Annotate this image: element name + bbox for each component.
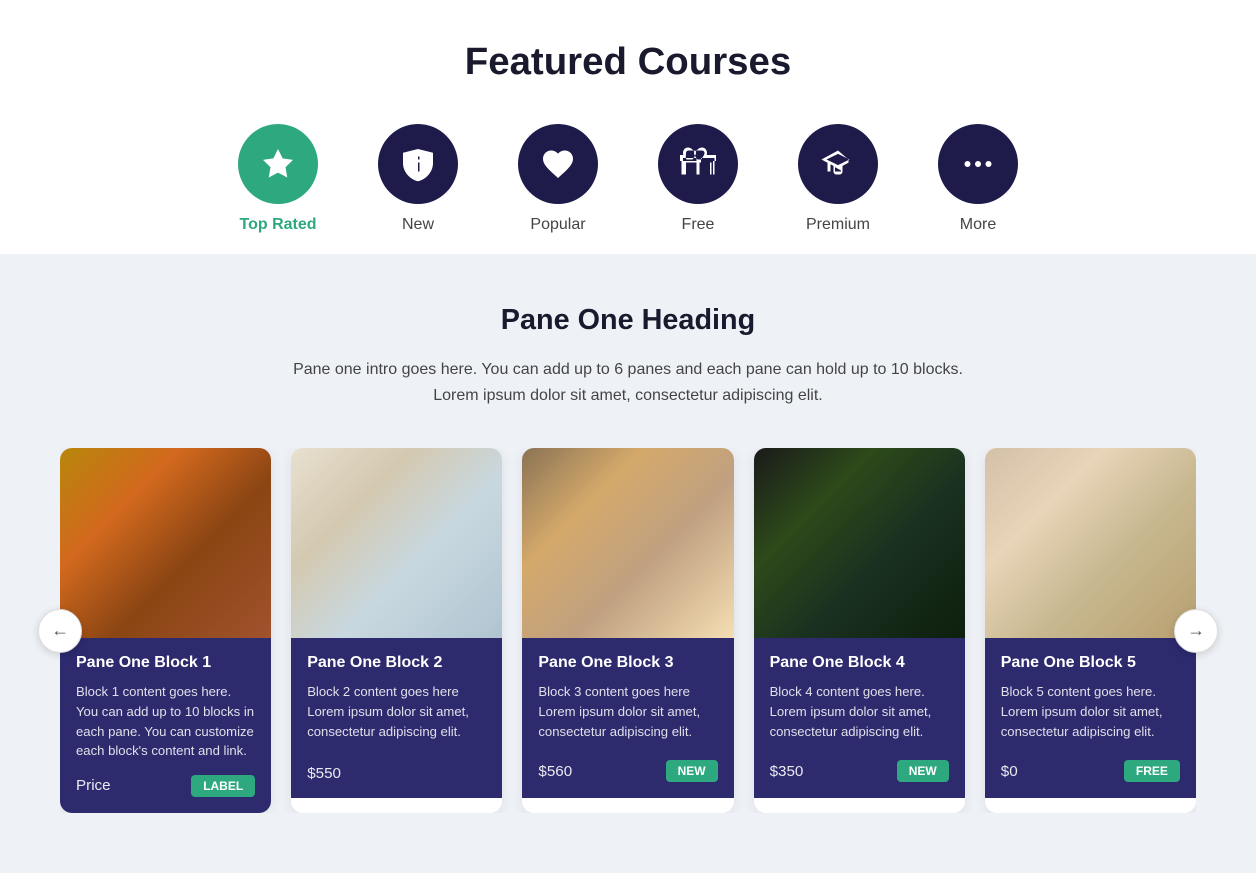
tab-icon-more [938, 124, 1018, 204]
card-title-1: Pane One Block 1 [76, 654, 255, 672]
tab-popular[interactable]: Popular [518, 124, 598, 234]
tab-icon-free [658, 124, 738, 204]
card-body-5: Pane One Block 5 Block 5 content goes he… [985, 638, 1196, 798]
tab-label-free: Free [682, 216, 715, 234]
card-body-1: Pane One Block 1 Block 1 content goes he… [60, 638, 271, 813]
tab-label-popular: Popular [530, 216, 585, 234]
tab-label-premium: Premium [806, 216, 870, 234]
card-3[interactable]: Pane One Block 3 Block 3 content goes he… [522, 448, 733, 813]
card-title-4: Pane One Block 4 [770, 654, 949, 672]
card-footer-4: $350 NEW [770, 760, 949, 782]
tab-icon-premium [798, 124, 878, 204]
tab-premium[interactable]: Premium [798, 124, 878, 234]
card-badge-3: NEW [666, 760, 718, 782]
tab-label-top-rated: Top Rated [239, 216, 316, 234]
card-title-5: Pane One Block 5 [1001, 654, 1180, 672]
card-content-4: Block 4 content goes here. Lorem ipsum d… [770, 682, 949, 746]
card-content-1: Block 1 content goes here. You can add u… [76, 682, 255, 761]
card-content-3: Block 3 content goes here Lorem ipsum do… [538, 682, 717, 746]
card-price-4: $350 [770, 763, 804, 780]
tab-icon-top-rated [238, 124, 318, 204]
cards-container: ← Pane One Block 1 Block 1 content goes … [60, 448, 1196, 813]
tab-label-more: More [960, 216, 996, 234]
tab-label-new: New [402, 216, 434, 234]
tab-new[interactable]: New [378, 124, 458, 234]
card-image-1 [60, 448, 271, 638]
card-badge-4: NEW [897, 760, 949, 782]
card-price-1: Price [76, 777, 111, 794]
content-section: Pane One Heading Pane one intro goes her… [0, 254, 1256, 873]
card-content-5: Block 5 content goes here. Lorem ipsum d… [1001, 682, 1180, 746]
card-5[interactable]: Pane One Block 5 Block 5 content goes he… [985, 448, 1196, 813]
tab-icon-popular [518, 124, 598, 204]
card-image-2 [291, 448, 502, 638]
card-footer-1: Price LABEL [76, 775, 255, 797]
card-badge-1: LABEL [191, 775, 255, 797]
tabs-row: Top Rated New Popular [20, 124, 1236, 254]
card-footer-2: $550 [307, 765, 486, 782]
next-button[interactable]: → [1174, 609, 1218, 653]
card-price-2: $550 [307, 765, 341, 782]
card-badge-5: FREE [1124, 760, 1180, 782]
cards-row: Pane One Block 1 Block 1 content goes he… [60, 448, 1196, 813]
prev-button[interactable]: ← [38, 609, 82, 653]
tab-icon-new [378, 124, 458, 204]
card-image-5 [985, 448, 1196, 638]
tab-top-rated[interactable]: Top Rated [238, 124, 318, 234]
card-body-2: Pane One Block 2 Block 2 content goes he… [291, 638, 502, 798]
card-footer-5: $0 FREE [1001, 760, 1180, 782]
card-title-2: Pane One Block 2 [307, 654, 486, 672]
card-body-4: Pane One Block 4 Block 4 content goes he… [754, 638, 965, 798]
next-arrow-icon: → [1187, 620, 1205, 641]
card-body-3: Pane One Block 3 Block 3 content goes he… [522, 638, 733, 798]
card-2[interactable]: Pane One Block 2 Block 2 content goes he… [291, 448, 502, 813]
page-title: Featured Courses [20, 40, 1236, 84]
card-1[interactable]: Pane One Block 1 Block 1 content goes he… [60, 448, 271, 813]
card-image-3 [522, 448, 733, 638]
card-price-3: $560 [538, 763, 572, 780]
card-image-4 [754, 448, 965, 638]
pane-intro: Pane one intro goes here. You can add up… [278, 357, 978, 408]
card-content-2: Block 2 content goes here Lorem ipsum do… [307, 682, 486, 751]
card-4[interactable]: Pane One Block 4 Block 4 content goes he… [754, 448, 965, 813]
tab-free[interactable]: Free [658, 124, 738, 234]
pane-heading: Pane One Heading [60, 304, 1196, 337]
tab-more[interactable]: More [938, 124, 1018, 234]
prev-arrow-icon: ← [51, 620, 69, 641]
card-title-3: Pane One Block 3 [538, 654, 717, 672]
card-price-5: $0 [1001, 763, 1018, 780]
card-footer-3: $560 NEW [538, 760, 717, 782]
